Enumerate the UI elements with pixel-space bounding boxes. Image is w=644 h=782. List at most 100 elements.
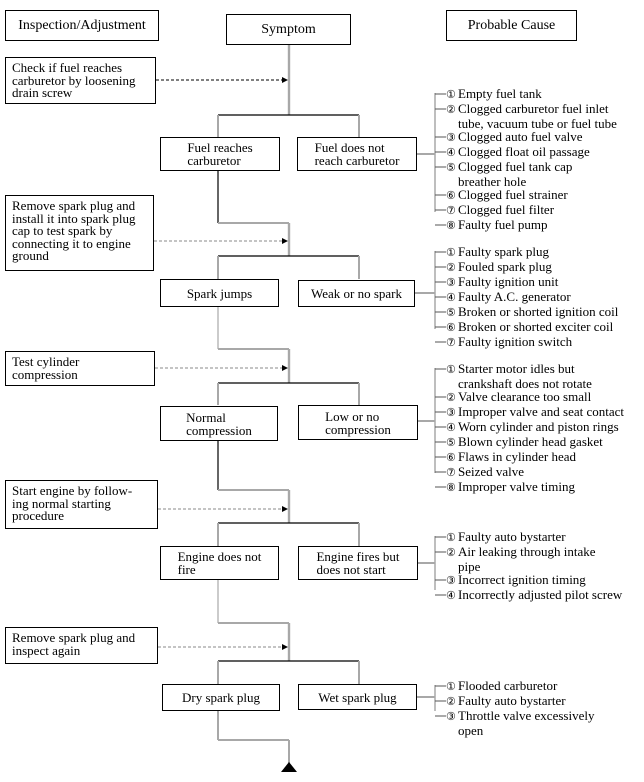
cause-text: Incorrect ignition timing	[458, 572, 586, 587]
cause-number: ①	[446, 247, 456, 259]
cause-text: Faulty auto bystarter	[458, 529, 566, 544]
cause-text: Clogged fuel strainer	[458, 187, 568, 202]
cause-text: Faulty fuel pump	[458, 217, 548, 232]
cause-text: Flooded carburetor	[458, 678, 558, 693]
cause-number: ⑦	[446, 205, 456, 217]
cause-text: Valve clearance too small	[458, 389, 592, 404]
cause-number: ⑧	[446, 482, 456, 494]
cause-item: ① Faulty spark plug	[446, 245, 618, 260]
cause-number: ②	[446, 262, 456, 274]
cause-text: Blown cylinder head gasket	[458, 434, 603, 449]
inspection-step-5: Remove spark plug and inspect again	[5, 627, 158, 664]
cause-item: ⑦ Clogged fuel filter	[446, 203, 617, 218]
cause-item: ⑦ Seized valve	[446, 465, 624, 480]
symptom-fault-5-text: Wet spark plug	[318, 689, 397, 705]
symptom-fault-5: Wet spark plug	[298, 684, 417, 710]
cause-text: Starter motor idles but	[458, 361, 575, 376]
cause-number: ④	[446, 422, 456, 434]
cause-number: ⑥	[446, 190, 456, 202]
inspection-step-3: Test cylinder compression	[5, 351, 155, 386]
inspection-step-2: Remove spark plug and install it into sp…	[5, 195, 154, 271]
cause-item: ⑤ Broken or shorted ignition coil	[446, 305, 618, 320]
arrow-head-icon	[282, 506, 288, 512]
cause-item: ⑥ Broken or shorted exciter coil	[446, 320, 618, 335]
cause-number: ⑦	[446, 337, 456, 349]
cause-item: ⑥ Clogged fuel strainer	[446, 188, 617, 203]
symptom-fault-4: Engine fires but does not start	[298, 546, 418, 580]
arrow-head-icon	[282, 238, 288, 244]
cause-item: ④ Clogged float oil passage	[446, 145, 617, 160]
symptom-ok-2: Spark jumps	[160, 279, 279, 307]
cause-item: ② Fouled spark plug	[446, 260, 618, 275]
cause-number: ⑧	[446, 220, 456, 232]
cause-number: ②	[446, 392, 456, 404]
cause-number: ④	[446, 147, 456, 159]
cause-text: Empty fuel tank	[458, 86, 542, 101]
cause-text: Clogged fuel tank cap	[458, 159, 573, 174]
cause-text: Fouled spark plug	[458, 259, 552, 274]
cause-text: Faulty A.C. generator	[458, 289, 571, 304]
cause-text: Clogged float oil passage	[458, 144, 590, 159]
cause-item: ⑤ Blown cylinder head gasket	[446, 435, 624, 450]
cause-item: ③ Throttle valve excessively open	[446, 709, 594, 737]
cause-number: ⑤	[446, 162, 456, 174]
cause-text: Worn cylinder and piston rings	[458, 419, 619, 434]
arrow-head-icon	[282, 644, 288, 650]
cause-item: ③ Clogged auto fuel valve	[446, 130, 617, 145]
symptom-fault-1-text: Fuel does not reach carburetor	[314, 140, 400, 168]
inspection-step-4: Start engine by follow- ing normal start…	[5, 480, 158, 529]
cause-number: ②	[446, 696, 456, 708]
arrow-head-icon	[282, 365, 288, 371]
symptom-ok-1-text: Fuel reaches carburetor	[187, 140, 253, 168]
inspection-step-5-text: Remove spark plug and inspect again	[12, 630, 136, 658]
cause-item: ① Faulty auto bystarter	[446, 530, 622, 545]
symptom-fault-2: Weak or no spark	[298, 280, 415, 307]
cause-item: ⑥ Flaws in cylinder head	[446, 450, 624, 465]
cause-number: ①	[446, 364, 456, 376]
symptom-ok-3: Normal compression	[160, 406, 278, 441]
cause-item: ① Starter motor idles but crankshaft does …	[446, 362, 624, 390]
arrow-head-icon	[282, 77, 288, 83]
cause-text: Faulty spark plug	[458, 244, 549, 259]
continue-triangle-icon	[281, 762, 297, 772]
cause-text: Improper valve and seat contact	[458, 404, 625, 419]
cause-text: Flaws in cylinder head	[458, 449, 577, 464]
cause-number: ①	[446, 532, 456, 544]
cause-text: Clogged fuel filter	[458, 202, 555, 217]
cause-number: ①	[446, 89, 456, 101]
cause-item: ① Empty fuel tank	[446, 87, 617, 102]
cause-number: ①	[446, 681, 456, 693]
cause-item: ② Clogged carburetor fuel inlet tube, vacu…	[446, 102, 617, 130]
cause-text: Air leaking through intake	[458, 544, 596, 559]
cause-item: ⑤ Clogged fuel tank cap breather hole	[446, 160, 617, 188]
cause-text: Broken or shorted exciter coil	[458, 319, 614, 334]
cause-number: ②	[446, 547, 456, 559]
cause-item: ③ Improper valve and seat contact	[446, 405, 624, 420]
cause-number: ⑤	[446, 307, 456, 319]
cause-number: ③	[446, 711, 456, 723]
cause-text: open	[458, 723, 484, 738]
cause-number: ④	[446, 590, 456, 602]
inspection-step-3-text: Test cylinder compression	[12, 354, 80, 382]
cause-text: Faulty auto bystarter	[458, 693, 566, 708]
symptom-ok-4: Engine does not fire	[160, 546, 279, 580]
cause-item: ⑦ Faulty ignition switch	[446, 335, 618, 350]
cause-number: ⑥	[446, 322, 456, 334]
symptom-fault-3-text: Low or no compression	[325, 408, 391, 437]
symptom-ok-1: Fuel reaches carburetor	[160, 137, 280, 171]
symptom-fault-1: Fuel does not reach carburetor	[297, 137, 417, 171]
cause-text: Seized valve	[458, 464, 525, 479]
cause-text: Throttle valve excessively	[458, 708, 595, 723]
inspection-step-1: Check if fuel reaches carburetor by loos…	[5, 57, 156, 104]
cause-item: ② Valve clearance too small	[446, 390, 624, 405]
cause-list-5: ① Flooded carburetor ② Faulty auto bystarte…	[446, 679, 594, 737]
cause-item: ④ Incorrectly adjusted pilot screw	[446, 588, 622, 603]
cause-number: ⑤	[446, 437, 456, 449]
cause-text: Broken or shorted ignition coil	[458, 304, 619, 319]
inspection-step-4-text: Start engine by follow- ing normal start…	[12, 483, 133, 523]
cause-list-4: ① Faulty auto bystarter ② Air leaking throu…	[446, 530, 622, 603]
symptom-fault-2-text: Weak or no spark	[310, 286, 402, 301]
cause-number: ⑥	[446, 452, 456, 464]
cause-item: ⑧ Improper valve timing	[446, 480, 624, 495]
cause-item: ⑧ Faulty fuel pump	[446, 218, 617, 233]
